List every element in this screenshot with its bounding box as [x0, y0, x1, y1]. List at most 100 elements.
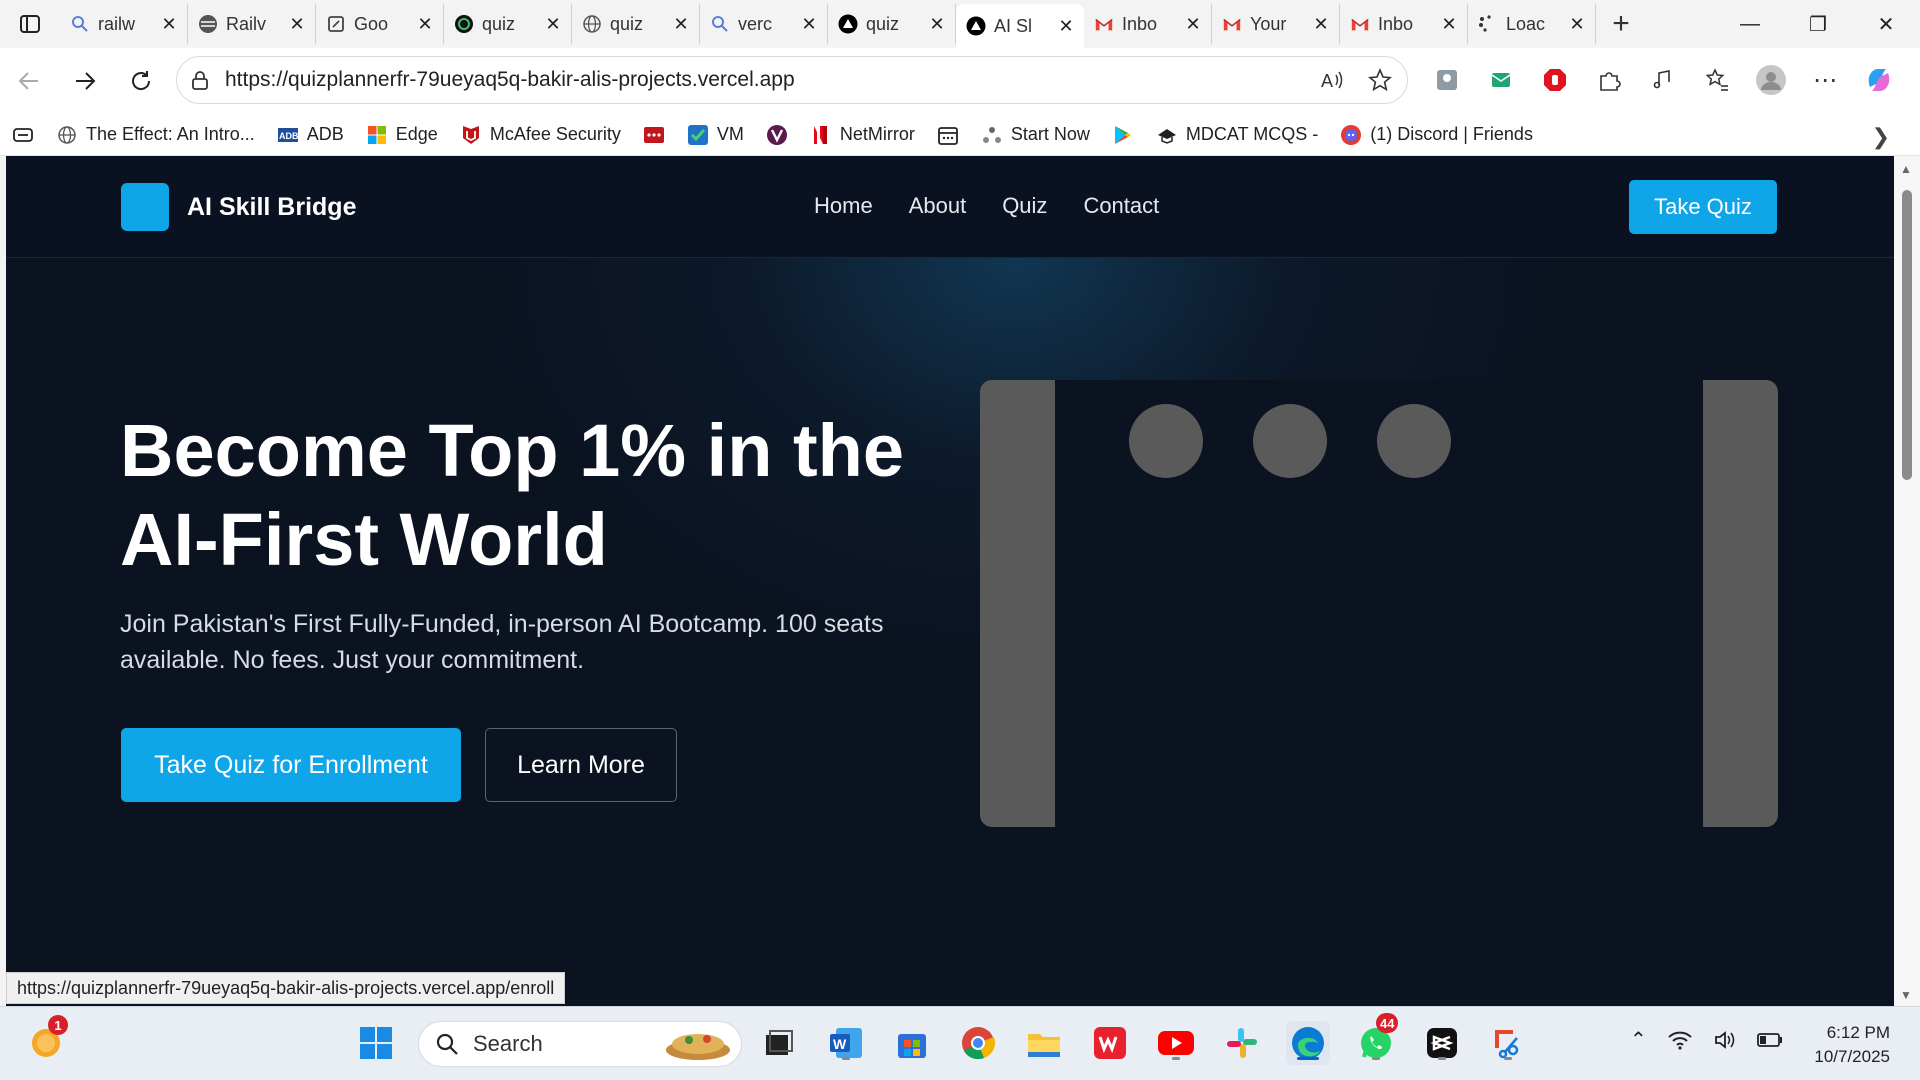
- taskbar-store[interactable]: [890, 1021, 934, 1065]
- tab-actions-button[interactable]: [0, 0, 60, 48]
- browser-tab[interactable]: Your ✕: [1212, 4, 1340, 44]
- favorites-button[interactable]: [1690, 56, 1744, 104]
- minimize-button[interactable]: —: [1716, 0, 1784, 48]
- close-tab-icon[interactable]: ✕: [289, 14, 305, 35]
- browser-tab-active[interactable]: AI Sl ✕: [956, 4, 1084, 48]
- browser-tab[interactable]: quiz ✕: [444, 4, 572, 44]
- taskbar-task-view[interactable]: [756, 1021, 800, 1065]
- browser-tab[interactable]: Railv ✕: [188, 4, 316, 44]
- favorite-item[interactable]: NetMirror: [810, 124, 915, 146]
- taskbar-slack[interactable]: [1220, 1021, 1264, 1065]
- tray-overflow-chevron-icon[interactable]: ⌃: [1630, 1027, 1647, 1052]
- taskbar-clock[interactable]: 6:12 PM 10/7/2025: [1790, 1021, 1890, 1069]
- favorite-item[interactable]: The Effect: An Intro...: [56, 124, 255, 146]
- brand-logo: [121, 183, 169, 231]
- more-favorites-chevron-icon[interactable]: ❯: [1872, 124, 1890, 150]
- close-tab-icon[interactable]: ✕: [801, 14, 817, 35]
- taskbar-capcut[interactable]: [1420, 1021, 1464, 1065]
- forward-button[interactable]: [58, 54, 112, 108]
- favorite-item[interactable]: [937, 124, 959, 146]
- favorite-item[interactable]: [1112, 124, 1134, 146]
- close-tab-icon[interactable]: ✕: [545, 14, 561, 35]
- browser-tab[interactable]: railw ✕: [60, 4, 188, 44]
- back-button[interactable]: [2, 54, 56, 108]
- restore-button[interactable]: ❐: [1784, 0, 1852, 48]
- browser-tab[interactable]: Inbo ✕: [1340, 4, 1468, 44]
- close-tab-icon[interactable]: ✕: [1058, 16, 1074, 37]
- taskbar-snipping-tool[interactable]: [1486, 1021, 1530, 1065]
- extension-button[interactable]: [1474, 56, 1528, 104]
- wifi-icon[interactable]: [1667, 1029, 1693, 1051]
- copilot-button[interactable]: [1852, 56, 1906, 104]
- taskbar-file-explorer[interactable]: [1022, 1021, 1066, 1065]
- start-button[interactable]: [354, 1021, 398, 1065]
- favorite-label: The Effect: An Intro...: [86, 124, 255, 144]
- taskbar-word[interactable]: W: [824, 1021, 868, 1065]
- site-info-icon[interactable]: [189, 69, 211, 91]
- favorite-item[interactable]: MDCAT MCQS -: [1156, 124, 1318, 146]
- slack-icon: [1227, 1028, 1257, 1058]
- scroll-down-icon[interactable]: ▼: [1900, 988, 1912, 1002]
- nav-link-contact[interactable]: Contact: [1083, 193, 1159, 219]
- hero-visual-placeholder: [980, 380, 1778, 827]
- page-scrollbar[interactable]: ▲ ▼: [1894, 156, 1920, 1006]
- browser-tab[interactable]: Loac ✕: [1468, 4, 1596, 44]
- favorite-star-icon[interactable]: [1367, 67, 1393, 93]
- favorite-item[interactable]: Start Now: [981, 124, 1090, 146]
- browser-essentials-button[interactable]: [1636, 56, 1690, 104]
- extension-button[interactable]: [1420, 56, 1474, 104]
- favorite-item[interactable]: McAfee Security: [460, 124, 621, 146]
- address-bar[interactable]: https://quizplannerfr-79ueyaq5q-bakir-al…: [176, 56, 1408, 104]
- take-quiz-enrollment-button[interactable]: Take Quiz for Enrollment: [121, 728, 461, 802]
- extension-button[interactable]: [1528, 56, 1582, 104]
- new-tab-button[interactable]: +: [1596, 7, 1646, 41]
- nav-link-home[interactable]: Home: [814, 193, 873, 219]
- favorites-bar: The Effect: An Intro... ADB ADB Edge McAfee …: [0, 114, 1920, 156]
- close-tab-icon[interactable]: ✕: [1441, 14, 1457, 35]
- favorite-item[interactable]: VM: [687, 124, 744, 146]
- taskbar-whatsapp[interactable]: 44: [1354, 1013, 1399, 1065]
- battery-icon[interactable]: [1756, 1032, 1783, 1048]
- close-tab-icon[interactable]: ✕: [1569, 14, 1585, 35]
- weather-widget[interactable]: 1: [26, 1015, 70, 1065]
- profile-button[interactable]: [1744, 56, 1798, 104]
- settings-more-button[interactable]: ⋯: [1798, 56, 1852, 104]
- take-quiz-button[interactable]: Take Quiz: [1629, 180, 1777, 234]
- close-window-button[interactable]: ✕: [1852, 0, 1920, 48]
- nav-link-quiz[interactable]: Quiz: [1002, 193, 1047, 219]
- favorite-label: Edge: [395, 124, 438, 144]
- browser-tab[interactable]: quiz ✕: [572, 4, 700, 44]
- whatsapp-badge: 44: [1376, 1013, 1399, 1033]
- taskbar-wps[interactable]: [1088, 1021, 1132, 1065]
- refresh-button[interactable]: [114, 54, 168, 108]
- extensions-button[interactable]: [1582, 56, 1636, 104]
- browser-tab[interactable]: Goo ✕: [316, 4, 444, 44]
- taskbar-chrome[interactable]: [956, 1021, 1000, 1065]
- close-tab-icon[interactable]: ✕: [673, 14, 689, 35]
- favorite-item[interactable]: ADB ADB: [277, 124, 344, 146]
- taskbar-edge[interactable]: [1286, 1021, 1330, 1065]
- scrollbar-thumb[interactable]: [1902, 190, 1912, 480]
- browser-tab[interactable]: quiz ✕: [828, 4, 956, 44]
- favorite-item[interactable]: Edge: [366, 124, 438, 146]
- favorite-item[interactable]: [12, 124, 34, 146]
- volume-icon[interactable]: [1713, 1029, 1737, 1051]
- favorite-item[interactable]: (1) Discord | Friends: [1340, 124, 1533, 146]
- taskbar-youtube[interactable]: [1154, 1021, 1198, 1065]
- capcut-icon: [1427, 1028, 1457, 1058]
- browser-tab[interactable]: verc ✕: [700, 4, 828, 44]
- nav-link-about[interactable]: About: [909, 193, 967, 219]
- favorite-item[interactable]: [766, 124, 788, 146]
- taskbar-search[interactable]: Search: [418, 1021, 742, 1067]
- scroll-up-icon[interactable]: ▲: [1900, 162, 1912, 176]
- read-aloud-icon[interactable]: A: [1319, 67, 1345, 93]
- learn-more-button[interactable]: Learn More: [485, 728, 677, 802]
- close-tab-icon[interactable]: ✕: [929, 14, 945, 35]
- close-tab-icon[interactable]: ✕: [1313, 14, 1329, 35]
- close-tab-icon[interactable]: ✕: [417, 14, 433, 35]
- browser-tab[interactable]: Inbo ✕: [1084, 4, 1212, 44]
- close-tab-icon[interactable]: ✕: [1185, 14, 1201, 35]
- close-tab-icon[interactable]: ✕: [161, 14, 177, 35]
- favorite-item[interactable]: [643, 124, 665, 146]
- brand[interactable]: AI Skill Bridge: [121, 183, 356, 231]
